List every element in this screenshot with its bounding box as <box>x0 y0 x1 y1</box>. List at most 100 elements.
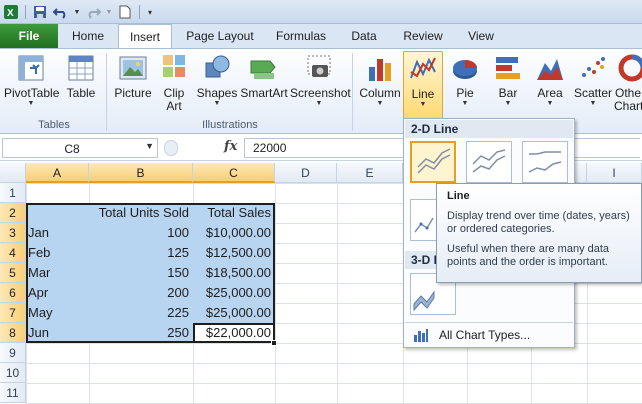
tab-home[interactable]: Home <box>62 24 114 48</box>
select-all-corner[interactable] <box>0 163 26 183</box>
area-chart-button[interactable]: Area ▼ <box>530 51 570 123</box>
column-chart-button[interactable]: Column ▼ <box>358 51 402 123</box>
all-chart-types-item[interactable]: All Chart Types... <box>405 322 573 346</box>
tab-data[interactable]: Data <box>344 24 384 48</box>
shapes-button[interactable]: Shapes ▼ <box>194 51 240 123</box>
scatter-chart-button[interactable]: Scatter ▼ <box>572 51 614 123</box>
stacked-line-thumbnail-icon <box>472 149 506 173</box>
month-cell[interactable]: Jun <box>26 323 89 343</box>
month-cell[interactable]: Apr <box>26 283 89 303</box>
units-cell[interactable]: 100 <box>89 223 193 243</box>
header-cell[interactable]: Total Sales <box>193 203 275 223</box>
row-header[interactable]: 2 <box>0 203 26 223</box>
column-header[interactable]: D <box>275 163 337 183</box>
fill-handle[interactable] <box>271 340 277 346</box>
chevron-down-icon: ▼ <box>461 100 469 107</box>
screenshot-button[interactable]: Screenshot ▼ <box>290 51 351 123</box>
tab-view[interactable]: View <box>460 24 502 48</box>
sales-cell[interactable]: $25,000.00 <box>193 283 275 303</box>
month-cell[interactable]: Feb <box>26 243 89 263</box>
month-cell[interactable]: May <box>26 303 89 323</box>
column-header[interactable]: A <box>26 163 89 183</box>
line-chart-option[interactable] <box>410 141 456 183</box>
table-button[interactable]: Table <box>62 51 100 123</box>
tab-review[interactable]: Review <box>398 24 448 48</box>
sales-cell[interactable]: $12,500.00 <box>193 243 275 263</box>
percent-line-thumbnail-icon <box>528 151 562 173</box>
name-box[interactable]: C8 ▼ <box>2 138 158 158</box>
tooltip-title: Line <box>447 190 470 202</box>
bar-chart-label: Bar <box>498 86 518 100</box>
header-cell[interactable]: Total Units Sold <box>89 203 193 223</box>
redo-icon[interactable] <box>84 3 102 21</box>
tab-page-layout[interactable]: Page Layout <box>180 24 260 48</box>
screenshot-icon <box>302 51 336 85</box>
row-header[interactable]: 3 <box>0 223 26 243</box>
row-header[interactable]: 11 <box>0 383 26 403</box>
row-header[interactable]: 4 <box>0 243 26 263</box>
units-cell[interactable]: 150 <box>89 263 193 283</box>
chevron-down-icon[interactable]: ▼ <box>145 141 154 151</box>
tab-insert[interactable]: Insert <box>118 24 172 49</box>
month-cell[interactable]: Jan <box>26 223 89 243</box>
insert-function-icon[interactable]: fx <box>224 139 237 154</box>
clip-art-button[interactable]: Clip Art <box>158 51 190 123</box>
other-charts-button[interactable]: Othe Chart <box>614 51 642 123</box>
column-header[interactable]: B <box>89 163 193 183</box>
smartart-button[interactable]: SmartArt <box>240 51 288 123</box>
screenshot-label: Screenshot <box>290 86 351 100</box>
line-chart-tooltip: Line Display trend over time (dates, yea… <box>436 183 642 283</box>
new-document-icon[interactable] <box>116 3 134 21</box>
scatter-chart-icon <box>576 51 610 85</box>
chevron-down-icon: ▼ <box>213 100 221 107</box>
100-percent-stacked-line-option[interactable] <box>522 141 568 183</box>
column-header[interactable]: E <box>337 163 403 183</box>
line-chart-button[interactable]: Line ▼ <box>403 51 443 123</box>
other-charts-label-2: Chart <box>614 99 642 113</box>
units-cell[interactable]: 125 <box>89 243 193 263</box>
stacked-line-chart-option[interactable] <box>466 141 512 183</box>
pivottable-button[interactable]: PivotTable ▼ <box>4 51 60 123</box>
units-cell[interactable]: 200 <box>89 283 193 303</box>
toolbar-separator <box>139 5 140 19</box>
name-box-value: C8 <box>64 142 80 156</box>
pie-chart-button[interactable]: Pie ▼ <box>446 51 484 123</box>
title-bar: X ▼ ▼ ▾ <box>0 0 642 24</box>
units-cell[interactable]: 225 <box>89 303 193 323</box>
sales-cell[interactable]: $18,500.00 <box>193 263 275 283</box>
tab-formulas[interactable]: Formulas <box>270 24 332 48</box>
tab-file[interactable]: File <box>0 24 58 48</box>
sales-cell[interactable]: $25,000.00 <box>193 303 275 323</box>
scatter-chart-label: Scatter <box>573 86 612 100</box>
month-cell[interactable]: Mar <box>26 263 89 283</box>
row-header[interactable]: 9 <box>0 343 26 363</box>
row-header[interactable]: 6 <box>0 283 26 303</box>
undo-icon[interactable] <box>52 3 70 21</box>
column-header[interactable]: I <box>587 163 642 183</box>
formula-bar-resize-handle[interactable] <box>164 140 178 156</box>
row-header[interactable]: 10 <box>0 363 26 383</box>
customize-toolbar-icon[interactable]: ▾ <box>145 3 155 21</box>
row-header[interactable]: 8 <box>0 323 26 343</box>
gridline <box>275 183 276 404</box>
row-header[interactable]: 7 <box>0 303 26 323</box>
row-header[interactable]: 5 <box>0 263 26 283</box>
sales-cell[interactable]: $10,000.00 <box>193 223 275 243</box>
line-markers-thumbnail-icon <box>414 217 434 233</box>
undo-dropdown-icon[interactable]: ▼ <box>73 3 81 21</box>
excel-logo-icon[interactable]: X <box>2 3 20 21</box>
bar-chart-button[interactable]: Bar ▼ <box>488 51 528 123</box>
quick-access-toolbar: X ▼ ▼ ▾ <box>2 3 155 21</box>
redo-dropdown-icon[interactable]: ▼ <box>105 3 113 21</box>
table-icon <box>64 51 98 85</box>
shapes-label: Shapes <box>196 86 238 100</box>
units-cell[interactable]: 250 <box>89 323 193 343</box>
sales-cell[interactable]: $22,000.00 <box>193 323 275 343</box>
column-header[interactable]: C <box>193 163 275 183</box>
picture-button[interactable]: Picture <box>112 51 154 123</box>
save-icon[interactable] <box>31 3 49 21</box>
clip-art-label-2: Art <box>166 99 182 113</box>
row-header[interactable]: 1 <box>0 183 26 203</box>
ribbon-tabs: File Home Insert Page Layout Formulas Da… <box>0 24 642 49</box>
pivottable-label: PivotTable <box>4 86 60 100</box>
